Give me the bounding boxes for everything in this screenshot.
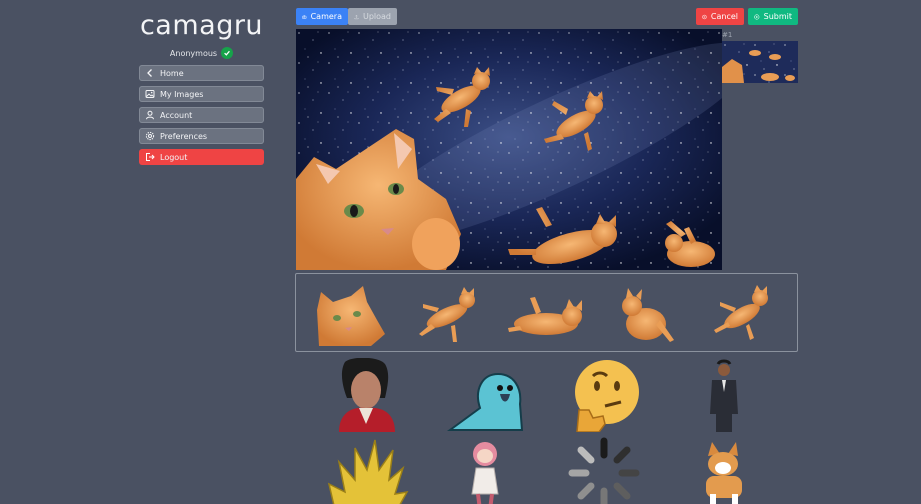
submit-label: Submit	[763, 12, 792, 21]
gallery-item-thinking-emoji[interactable]	[544, 356, 663, 434]
sidebar-item-my-images[interactable]: My Images	[139, 86, 264, 102]
sitting-cat-sticker[interactable]	[604, 280, 684, 346]
sidebar-item-label: Home	[160, 68, 184, 78]
thumbnail-image	[722, 41, 798, 83]
sidebar-item-label: Preferences	[160, 131, 208, 141]
singer-portrait-sticker	[338, 358, 395, 432]
camera-label: Camera	[310, 12, 342, 21]
username: Anonymous	[169, 48, 218, 58]
sidebar-item-label: My Images	[160, 89, 204, 99]
upload-label: Upload	[362, 12, 391, 21]
gallery-item-pink-hair-girl[interactable]	[425, 434, 544, 504]
sidebar-item-logout[interactable]: Logout	[139, 149, 264, 165]
gear-icon	[145, 131, 155, 141]
sidebar-nav: Home My Images Account Preferences Logou…	[139, 65, 264, 165]
sticker-tray	[295, 273, 798, 352]
space-cats-image	[296, 29, 722, 270]
chevron-left-icon	[147, 69, 152, 77]
close-circle-icon	[702, 14, 707, 19]
gallery-item-singer[interactable]	[306, 356, 425, 434]
upload-icon	[354, 14, 359, 19]
cat-face-sticker[interactable]	[311, 280, 391, 346]
logout-icon	[146, 153, 155, 161]
user-info: Anonymous	[139, 46, 264, 60]
image-icon	[145, 90, 155, 98]
verified-check-icon	[221, 47, 234, 59]
blue-parrot-sticker	[446, 372, 523, 431]
gallery-item-spiky-hair[interactable]	[306, 434, 425, 504]
lying-cat-sticker[interactable]	[506, 280, 586, 346]
photo-preview[interactable]	[296, 29, 722, 270]
gallery-item-man-in-suit[interactable]	[663, 356, 782, 434]
spiky-yellow-hair-sticker	[327, 439, 408, 504]
sidebar: camagru Anonymous Home My Images Account…	[139, 10, 264, 165]
thumbnail-label: #1	[722, 31, 733, 39]
brand-title[interactable]: camagru	[139, 10, 264, 42]
plus-circle-icon	[754, 13, 760, 20]
sidebar-item-preferences[interactable]: Preferences	[139, 128, 264, 144]
cancel-label: Cancel	[710, 12, 738, 21]
thinking-emoji-sticker	[574, 360, 639, 432]
camera-button[interactable]: Camera	[296, 8, 348, 25]
sidebar-item-account[interactable]: Account	[139, 107, 264, 123]
sidebar-item-label: Logout	[160, 152, 188, 162]
sidebar-item-label: Account	[160, 110, 193, 120]
flying-cat-2-sticker[interactable]	[702, 280, 782, 346]
sticker-gallery	[306, 356, 782, 504]
man-in-suit-sticker	[709, 359, 738, 432]
submit-button[interactable]: Submit	[748, 8, 798, 25]
flying-cat-sticker[interactable]	[409, 280, 489, 346]
gallery-item-spinner[interactable]	[544, 434, 663, 504]
gallery-item-parrot[interactable]	[425, 356, 544, 434]
gallery-item-corgi[interactable]	[663, 434, 782, 504]
camera-icon	[302, 14, 307, 19]
loading-spinner-sticker	[568, 437, 639, 504]
upload-button[interactable]: Upload	[348, 8, 397, 25]
thumbnail[interactable]	[722, 41, 798, 83]
corgi-sticker	[705, 442, 742, 504]
pink-hair-girl-sticker	[470, 442, 499, 504]
sidebar-item-home[interactable]: Home	[139, 65, 264, 81]
user-icon	[146, 110, 154, 120]
cancel-button[interactable]: Cancel	[696, 8, 744, 25]
